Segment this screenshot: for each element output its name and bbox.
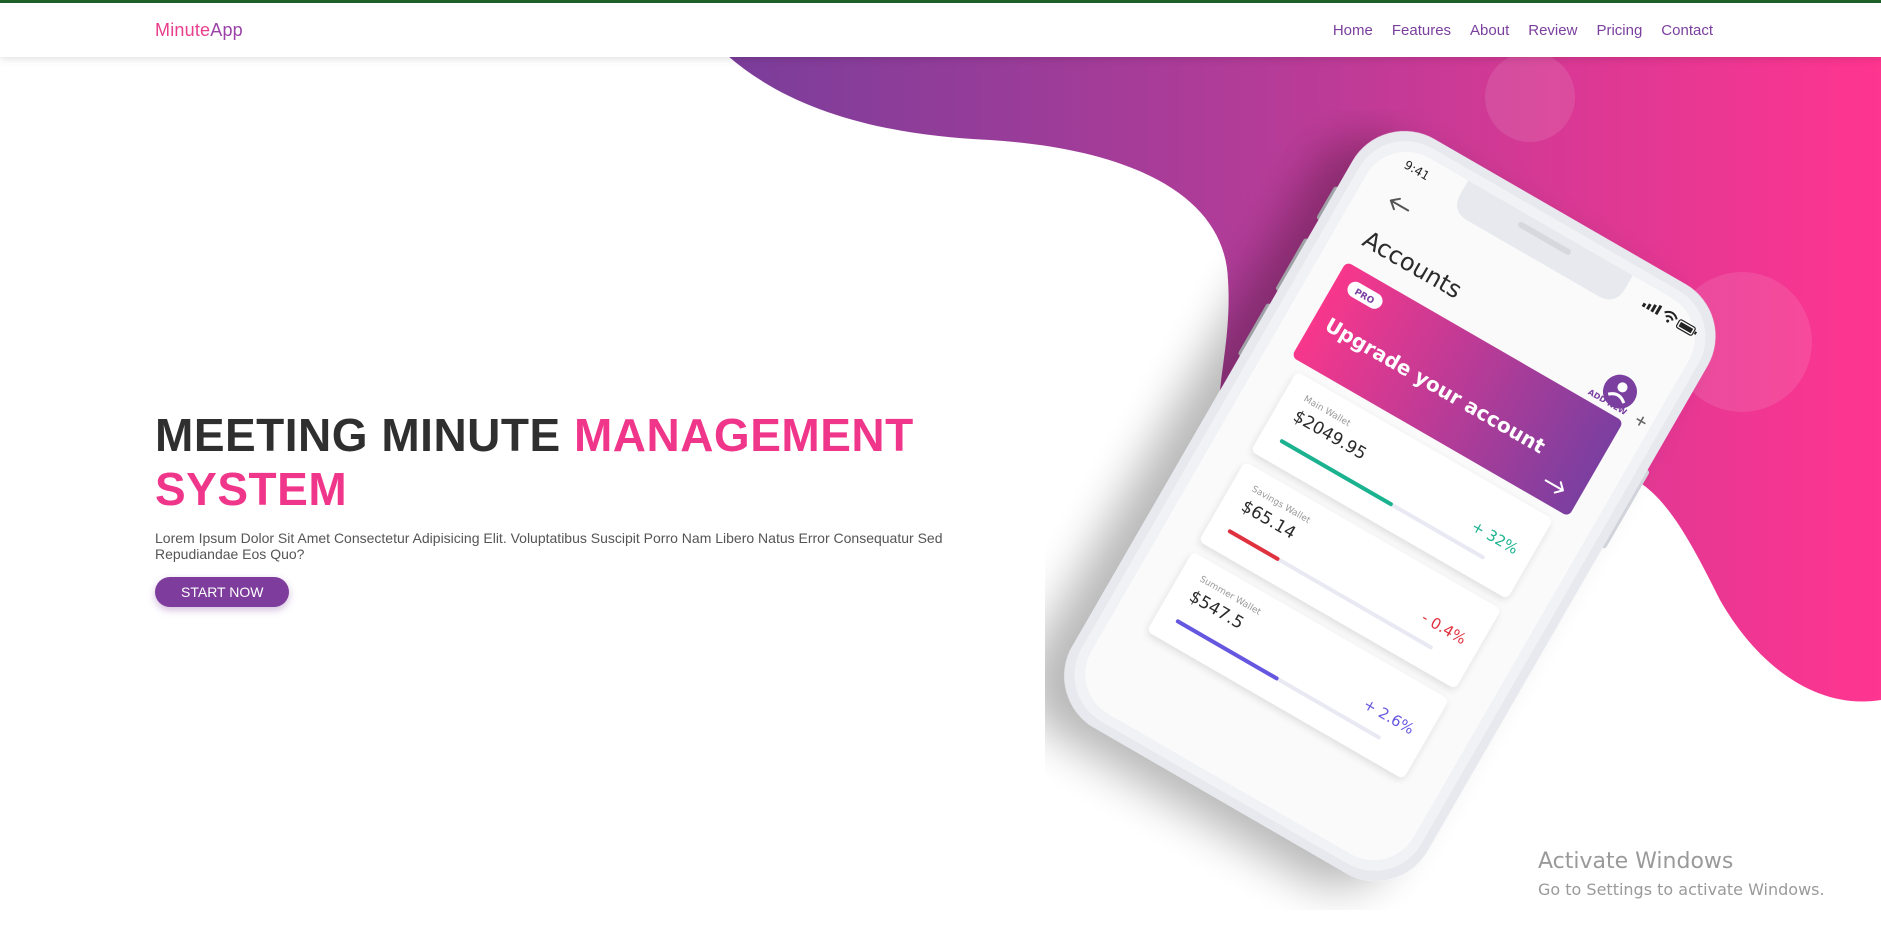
watermark-subtitle: Go to Settings to activate Windows.	[1538, 880, 1825, 899]
brand-part-2: App	[210, 20, 243, 40]
page: MinuteApp Home Features About Review Pri…	[0, 0, 1881, 939]
windows-activation-watermark: Activate Windows Go to Settings to activ…	[1538, 849, 1825, 901]
nav-links: Home Features About Review Pricing Conta…	[1333, 22, 1713, 39]
nav-link-features[interactable]: Features	[1392, 22, 1451, 39]
start-now-button[interactable]: START NOW	[155, 577, 290, 607]
brand-part-1: Minute	[155, 20, 211, 40]
hero-title-dark: MEETING MINUTE	[155, 409, 574, 461]
hero-title: MEETING MINUTE MANAGEMENT SYSTEM	[155, 408, 955, 516]
nav-link-pricing[interactable]: Pricing	[1596, 22, 1642, 39]
nav-link-about[interactable]: About	[1470, 22, 1509, 39]
phone-mockup: 9:41 Accounts PRO Upgrade your account A…	[1045, 110, 1745, 910]
navbar: MinuteApp Home Features About Review Pri…	[0, 3, 1881, 57]
brand-logo[interactable]: MinuteApp	[155, 20, 243, 41]
phone-illustration: 9:41 Accounts PRO Upgrade your account A…	[1064, 131, 1716, 881]
hero-section: MEETING MINUTE MANAGEMENT SYSTEM Lorem I…	[155, 408, 955, 607]
nav-link-contact[interactable]: Contact	[1661, 22, 1713, 39]
nav-link-home[interactable]: Home	[1333, 22, 1373, 39]
nav-link-review[interactable]: Review	[1528, 22, 1577, 39]
hero-description: Lorem Ipsum Dolor Sit Amet Consectetur A…	[155, 530, 943, 562]
watermark-title: Activate Windows	[1538, 849, 1734, 874]
top-accent-line	[0, 0, 1881, 3]
